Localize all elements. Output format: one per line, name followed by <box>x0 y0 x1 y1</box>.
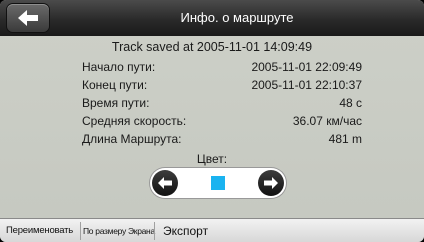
rename-button[interactable]: Переименовать <box>6 219 73 242</box>
export-button[interactable]: Экспорт <box>163 219 208 242</box>
avg-speed-value: 36.07 км/час <box>292 114 362 128</box>
duration-row: Время пути: 48 с <box>82 96 362 112</box>
bottom-toolbar: Переименовать По размеру Экрана Экспорт <box>0 218 424 242</box>
start-time-label: Начало пути: <box>82 60 156 74</box>
back-button[interactable] <box>7 4 49 32</box>
title-bar: Инфо. о маршруте <box>0 0 424 36</box>
end-time-row: Конец пути: 2005-11-01 22:10:37 <box>82 78 362 94</box>
start-time-row: Начало пути: 2005-11-01 22:09:49 <box>82 60 362 76</box>
arrow-left-icon <box>158 177 172 189</box>
color-picker <box>150 168 286 198</box>
track-saved-text: Track saved at 2005-11-01 14:09:49 <box>111 40 313 54</box>
color-prev-button[interactable] <box>152 170 178 196</box>
route-length-value: 481 m <box>328 132 362 146</box>
end-time-label: Конец пути: <box>82 78 148 92</box>
duration-value: 48 с <box>339 96 362 110</box>
toolbar-divider <box>154 222 155 240</box>
route-length-row: Длина Маршрута: 481 m <box>82 132 362 148</box>
page-title: Инфо. о маршруте <box>180 10 294 25</box>
arrow-right-icon <box>264 177 278 189</box>
arrow-left-icon <box>18 10 38 26</box>
avg-speed-label: Средняя скорость: <box>82 114 187 128</box>
color-swatch <box>211 176 225 190</box>
color-label: Цвет: <box>196 152 228 166</box>
fit-to-screen-button[interactable]: По размеру Экрана <box>83 219 155 242</box>
duration-label: Время пути: <box>82 96 150 110</box>
route-length-label: Длина Маршрута: <box>82 132 182 146</box>
end-time-value: 2005-11-01 22:10:37 <box>251 78 362 92</box>
avg-speed-row: Средняя скорость: 36.07 км/час <box>82 114 362 130</box>
route-info-window: Инфо. о маршруте Track saved at 2005-11-… <box>0 0 424 242</box>
start-time-value: 2005-11-01 22:09:49 <box>251 60 362 74</box>
color-next-button[interactable] <box>258 170 284 196</box>
toolbar-divider <box>80 222 81 240</box>
